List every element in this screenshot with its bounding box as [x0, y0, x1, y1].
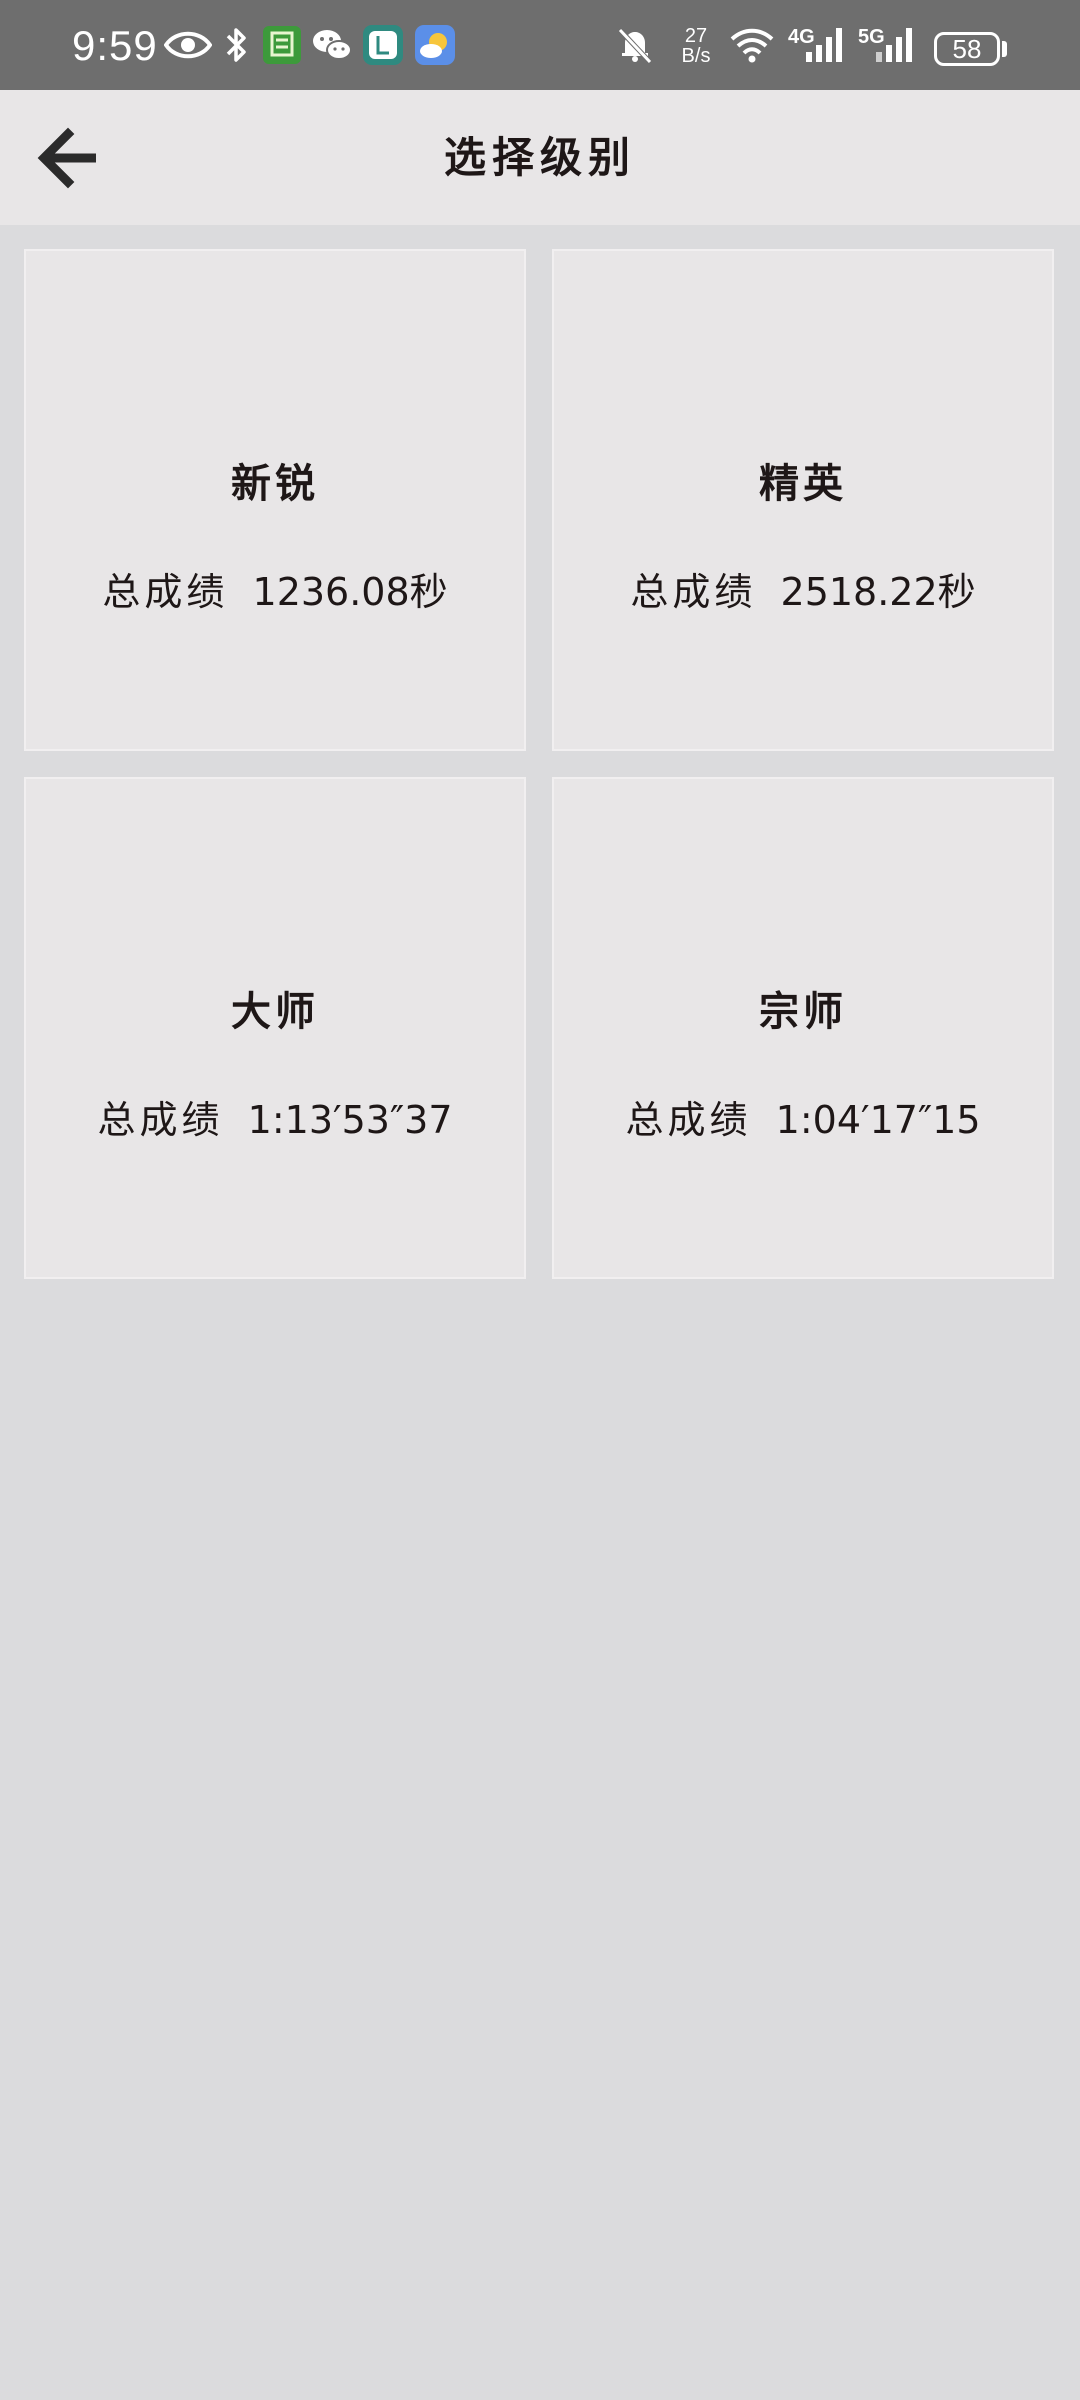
level-score: 总成绩 2518.22秒 [554, 561, 1052, 616]
level-card-xinrui[interactable]: 新锐 总成绩 1236.08秒 [24, 249, 526, 751]
back-button[interactable] [28, 120, 108, 196]
battery-tip [1002, 41, 1007, 57]
weather-icon [415, 25, 455, 65]
status-time: 9:59 [72, 22, 158, 69]
level-name: 精英 [759, 460, 847, 507]
level-card-jingying[interactable]: 精英 总成绩 2518.22秒 [552, 249, 1054, 751]
score-value: 1:04′17″15 [775, 1098, 981, 1142]
level-score: 总成绩 1236.08秒 [26, 561, 524, 616]
level-name: 宗师 [759, 988, 847, 1035]
level-card-dashi[interactable]: 大师 总成绩 1:13′53″37 [24, 777, 526, 1279]
score-label: 总成绩 [630, 570, 757, 614]
net-speed: 27 B/s [676, 26, 716, 66]
score-label: 总成绩 [625, 1098, 752, 1142]
level-name: 新锐 [231, 460, 319, 507]
mute-icon [618, 28, 652, 64]
net-speed-unit: B/s [681, 45, 711, 67]
score-label: 总成绩 [102, 570, 229, 614]
eye-icon [164, 31, 212, 59]
level-score: 总成绩 1:13′53″37 [26, 1089, 524, 1144]
level-score: 总成绩 1:04′17″15 [554, 1089, 1052, 1144]
signal-5g-icon [876, 28, 912, 62]
level-card-zongshi[interactable]: 宗师 总成绩 1:04′17″15 [552, 777, 1054, 1279]
signal-4g-icon [806, 28, 842, 62]
score-value: 2518.22秒 [780, 570, 976, 614]
bluetooth-icon [226, 28, 246, 62]
status-bar: 9:59 27 B/s 4G 5G 58 [0, 0, 1080, 90]
arrow-left-icon [37, 127, 96, 189]
score-value: 1:13′53″37 [247, 1098, 453, 1142]
wifi-icon [730, 28, 774, 63]
score-value: 1236.08秒 [252, 570, 448, 614]
score-label: 总成绩 [97, 1098, 224, 1142]
net-speed-value: 27 [684, 25, 708, 47]
wechat-icon [313, 30, 352, 60]
app-icon [363, 25, 403, 65]
battery-icon: 58 [934, 32, 1000, 66]
reading-app-icon [263, 26, 301, 64]
app-header: 选择级别 [0, 90, 1080, 225]
page-title: 选择级别 [443, 133, 636, 182]
level-name: 大师 [231, 988, 319, 1035]
